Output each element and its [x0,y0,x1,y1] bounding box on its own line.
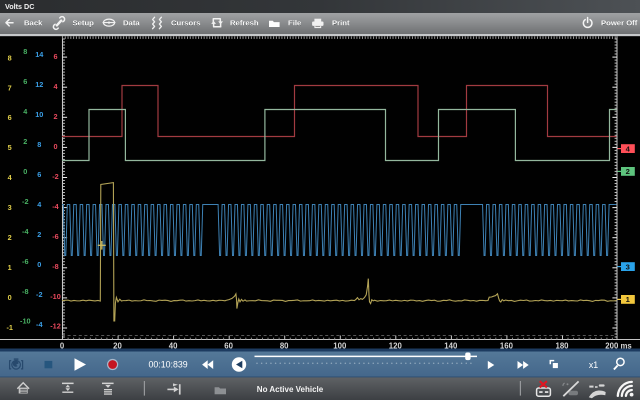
svg-text:140: 140 [444,341,458,350]
svg-text:180: 180 [555,341,569,350]
svg-text:3: 3 [626,262,630,271]
svg-text:0: 0 [37,260,41,269]
svg-text:3: 3 [8,203,12,212]
svg-text:Cursors: Cursors [171,18,200,27]
svg-text:120: 120 [389,341,403,350]
svg-text:8: 8 [37,140,41,149]
svg-text:Data: Data [123,18,140,27]
svg-text:-4: -4 [52,202,59,211]
svg-text:Volts DC: Volts DC [5,2,34,11]
svg-text:1: 1 [8,263,12,272]
svg-text:80: 80 [280,341,289,350]
svg-text:-1: -1 [6,323,13,332]
svg-text:-2: -2 [52,172,59,181]
svg-text:200 ms: 200 ms [605,341,632,350]
svg-text:2: 2 [626,167,630,176]
svg-text:6: 6 [53,52,57,61]
svg-text:2: 2 [53,112,57,121]
svg-text:Power Off: Power Off [601,18,638,27]
svg-text:5: 5 [8,143,12,152]
svg-text:-12: -12 [50,322,61,331]
svg-text:6: 6 [37,170,41,179]
svg-text:Refresh: Refresh [230,18,259,27]
svg-text:6: 6 [8,113,12,122]
svg-text:-10: -10 [50,292,61,301]
svg-text:40: 40 [169,341,178,350]
svg-text:-8: -8 [52,262,59,271]
svg-text:2: 2 [37,230,41,239]
svg-text:10: 10 [35,110,43,119]
svg-text:x1: x1 [589,360,598,370]
svg-text:-2: -2 [22,197,29,206]
svg-text:60: 60 [224,341,233,350]
svg-text:00:10:839: 00:10:839 [149,360,188,370]
svg-text:100: 100 [333,341,347,350]
svg-text:No Active Vehicle: No Active Vehicle [257,385,324,394]
svg-text:20: 20 [113,341,122,350]
svg-text:7: 7 [8,83,12,92]
svg-text:-2: -2 [36,290,43,299]
svg-text:0: 0 [60,341,65,350]
svg-text:6: 6 [23,77,27,86]
svg-text:8: 8 [23,47,27,56]
svg-text:-8: -8 [22,287,29,296]
svg-text:Print: Print [332,18,350,27]
svg-text:File: File [288,18,302,27]
svg-text:160: 160 [500,341,514,350]
svg-text:-4: -4 [22,227,29,236]
svg-text:8: 8 [8,53,12,62]
svg-text:-10: -10 [20,317,31,326]
svg-text:0: 0 [53,142,57,151]
svg-text:0: 0 [8,293,12,302]
svg-text:14: 14 [35,50,44,59]
svg-text:2: 2 [23,137,27,146]
svg-text:Back: Back [24,18,43,27]
svg-text:-6: -6 [52,232,59,241]
svg-text:Setup: Setup [73,18,95,27]
svg-text:-6: -6 [22,257,29,266]
svg-text:12: 12 [35,80,43,89]
svg-text:0: 0 [23,167,27,176]
svg-text:-4: -4 [36,320,43,329]
svg-text:2: 2 [8,233,12,242]
